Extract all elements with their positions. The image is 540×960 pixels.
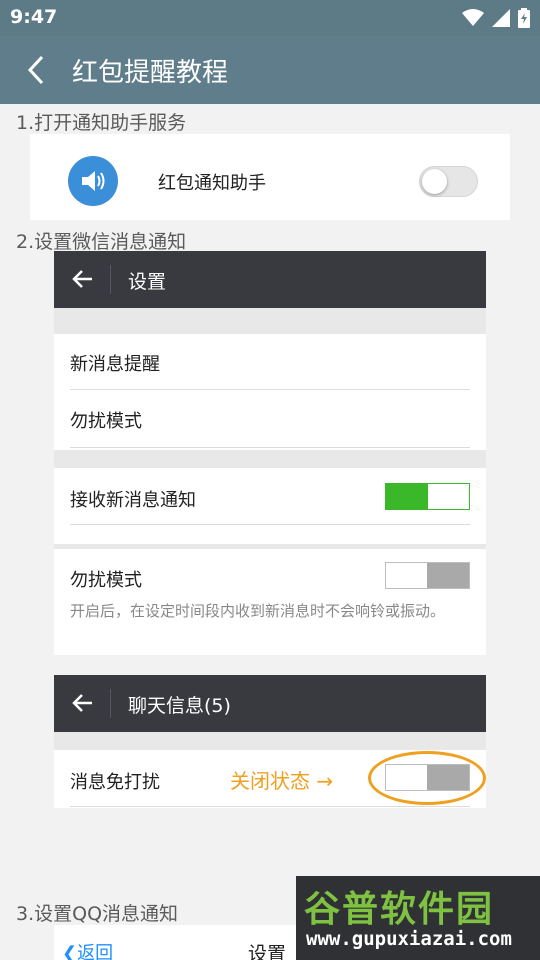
receive-notifications-switch[interactable] [385, 483, 470, 510]
status-icons [462, 7, 530, 29]
divider [70, 524, 470, 525]
qq-settings-title: 设置 [248, 943, 287, 960]
step3-label: 3.设置QQ消息通知 [16, 903, 179, 925]
speaker-icon [68, 156, 118, 206]
chevron-left-icon: ❮ [62, 943, 78, 960]
status-time: 9:47 [10, 6, 58, 28]
wechat-settings-title: 设置 [128, 271, 167, 293]
app-bar: 红包提醒教程 [0, 36, 540, 104]
watermark-logo: 谷普软件园 www.gupuxiazai.com [296, 876, 540, 960]
settings-spacer [54, 732, 486, 750]
dnd-mode-item[interactable]: 勿扰模式 [70, 407, 142, 433]
header-divider [110, 265, 111, 294]
mute-label: 消息免打扰 [70, 772, 160, 793]
section-gap [54, 655, 486, 675]
receive-notifications-row: 接收新消息通知 [54, 468, 486, 544]
new-message-reminder-item[interactable]: 新消息提醒 [70, 350, 160, 376]
qq-back-label: 返回 [77, 943, 114, 960]
header-divider [110, 689, 111, 718]
signal-icon [492, 9, 510, 27]
step1-label: 1.打开通知助手服务 [16, 112, 187, 134]
notification-helper-switch[interactable] [419, 166, 478, 197]
wifi-icon [462, 9, 484, 26]
divider [70, 389, 470, 390]
chat-info-header: 聊天信息(5) [54, 675, 486, 732]
battery-icon [518, 8, 530, 28]
switch-knob [422, 169, 447, 194]
settings-spacer [54, 450, 486, 468]
watermark-brand: 谷普软件园 [304, 889, 495, 930]
chevron-left-icon[interactable] [22, 54, 52, 86]
arrow-left-icon[interactable] [72, 692, 94, 714]
wechat-settings-list: 新消息提醒 勿扰模式 [54, 334, 486, 450]
dnd-description: 开启后，在设定时间段内收到新消息时不会响铃或振动。 [70, 602, 446, 620]
dnd-switch[interactable] [385, 562, 470, 589]
arrow-left-icon[interactable] [72, 268, 94, 290]
step2-label: 2.设置微信消息通知 [16, 231, 187, 253]
divider [70, 806, 470, 807]
receive-notifications-label: 接收新消息通知 [70, 490, 196, 511]
wechat-settings-header: 设置 [54, 251, 486, 308]
status-bar: 9:47 [0, 0, 540, 36]
chat-info-title: 聊天信息(5) [128, 695, 231, 717]
settings-spacer [54, 308, 486, 334]
notification-helper-label: 红包通知助手 [158, 173, 266, 194]
highlight-ellipse [368, 751, 486, 805]
dnd-row: 勿扰模式 开启后，在设定时间段内收到新消息时不会响铃或振动。 [54, 549, 486, 655]
page-title: 红包提醒教程 [72, 58, 229, 88]
divider [70, 447, 470, 448]
qq-back-button[interactable]: ❮返回 [62, 939, 113, 960]
closed-state-annotation: 关闭状态 → [230, 769, 334, 793]
dnd-label: 勿扰模式 [70, 570, 142, 591]
watermark-url: www.gupuxiazai.com [306, 928, 512, 950]
notification-helper-card: 红包通知助手 [30, 134, 510, 220]
